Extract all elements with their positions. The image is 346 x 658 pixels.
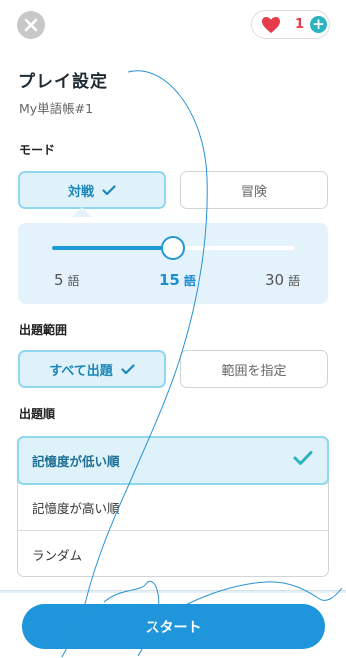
- tick-15-value: 15: [159, 271, 180, 289]
- tick-5[interactable]: 5語: [54, 271, 80, 289]
- tick-30[interactable]: 30 語: [265, 271, 300, 289]
- range-option-specify[interactable]: 範囲を指定: [180, 350, 328, 388]
- tick-30-value: 30: [265, 271, 285, 289]
- tick-15[interactable]: 15 語: [159, 271, 196, 289]
- footer-divider: [0, 590, 346, 591]
- order-label: 出題順: [19, 407, 56, 421]
- close-button[interactable]: [17, 11, 45, 39]
- slider-fill: [52, 246, 173, 250]
- mode-option-battle-label: 対戦: [67, 184, 94, 200]
- lives-counter[interactable]: 1 +: [251, 10, 330, 39]
- word-count-panel: 5語 15 語 30 語: [18, 223, 328, 304]
- tick-5-unit: 語: [67, 274, 80, 288]
- range-label: 出題範囲: [19, 323, 68, 337]
- close-icon: [24, 18, 38, 32]
- range-option-specify-label: 範囲を指定: [221, 363, 287, 379]
- start-button[interactable]: スタート: [22, 604, 325, 649]
- mode-option-adventure[interactable]: 冒険: [180, 171, 328, 209]
- mode-option-battle[interactable]: 対戦: [18, 171, 166, 209]
- tick-15-unit: 語: [183, 274, 196, 288]
- order-option-high[interactable]: 記憶度が高い順: [18, 483, 328, 530]
- order-option-random[interactable]: ランダム: [18, 530, 328, 577]
- lives-count: 1: [295, 17, 305, 32]
- check-icon: [293, 451, 313, 465]
- plus-icon[interactable]: +: [310, 16, 327, 33]
- wordbook-name: My単語帳#1: [19, 101, 94, 116]
- mode-option-adventure-label: 冒険: [240, 184, 267, 200]
- order-option-random-label: ランダム: [32, 547, 83, 563]
- mode-label: モード: [19, 143, 56, 157]
- heart-icon: [262, 17, 280, 33]
- order-list: 記憶度が高い順 ランダム 記憶度が低い順: [17, 436, 329, 577]
- tick-30-unit: 語: [288, 274, 301, 288]
- check-icon: [121, 363, 135, 374]
- range-option-all[interactable]: すべて出題: [18, 350, 166, 388]
- order-option-high-label: 記憶度が高い順: [32, 500, 120, 516]
- page-title: プレイ設定: [18, 72, 108, 92]
- check-icon: [102, 184, 116, 195]
- slider-thumb[interactable]: [161, 236, 185, 260]
- range-option-all-label: すべて出題: [49, 363, 113, 379]
- order-option-low-label: 記憶度が低い順: [32, 454, 120, 469]
- order-option-low[interactable]: 記憶度が低い順: [17, 436, 329, 485]
- start-button-label: スタート: [145, 619, 202, 636]
- tick-5-value: 5: [54, 271, 64, 289]
- mode-caret: [72, 207, 92, 217]
